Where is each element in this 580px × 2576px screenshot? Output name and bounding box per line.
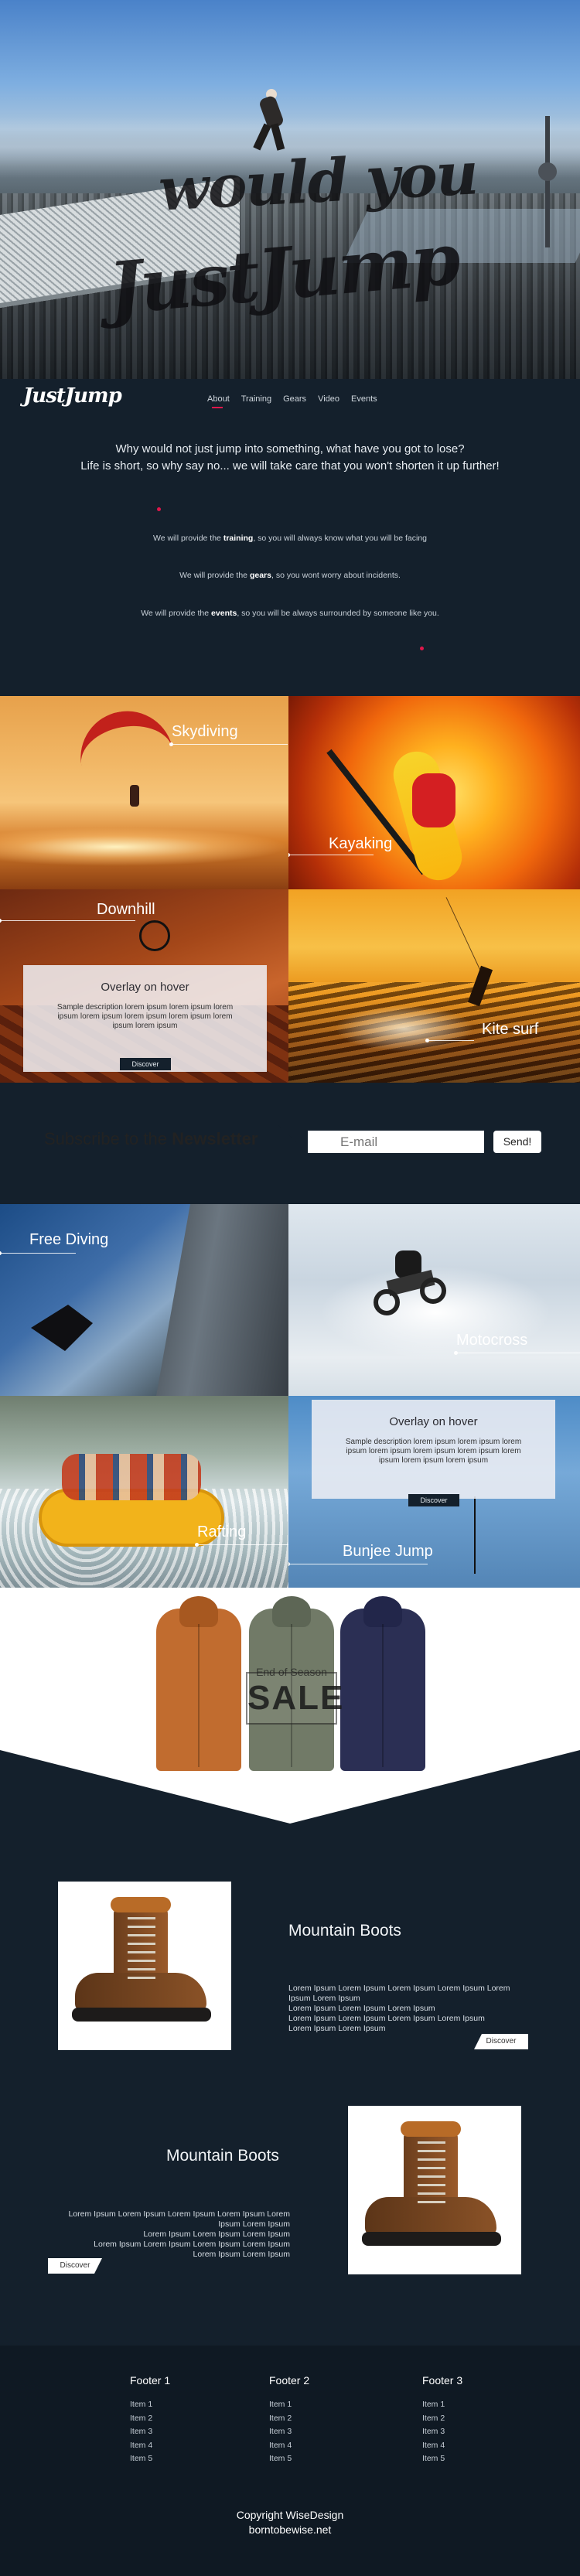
footer-link[interactable]: Item 1: [130, 2398, 170, 2412]
tile-label: Motocross: [456, 1332, 528, 1349]
tile-kitesurf[interactable]: Kite surf: [288, 889, 580, 1083]
overlay-title: Overlay on hover: [389, 1415, 478, 1428]
bike-icon: [139, 920, 170, 951]
intro-text: Why would not just jump into something, …: [0, 441, 580, 475]
boot-image: [357, 2121, 512, 2251]
overlay-description: Sample description lorem ipsum lorem ips…: [345, 1438, 522, 1465]
footer-link[interactable]: Item 5: [269, 2452, 309, 2466]
wingsuit-figure: [31, 1305, 93, 1351]
accent-dot: [420, 647, 424, 650]
nav-item-gears[interactable]: Gears: [283, 394, 306, 404]
tile-rafting[interactable]: Rafting: [0, 1396, 288, 1588]
site-link[interactable]: borntobewise.net: [0, 2523, 580, 2537]
product-description: Lorem Ipsum Lorem Ipsum Lorem Ipsum Lore…: [68, 2209, 290, 2259]
tile-downhill[interactable]: Downhill Overlay on hover Sample descrip…: [0, 889, 288, 1083]
product-title: Mountain Boots: [166, 2147, 279, 2165]
tile-label: Free Diving: [29, 1231, 109, 1248]
footer-link[interactable]: Item 4: [130, 2439, 170, 2453]
product-image[interactable]: [348, 2106, 521, 2274]
footer-column-2: Footer 2 Item 1 Item 2 Item 3 Item 4 Ite…: [269, 2374, 309, 2466]
copyright: Copyright WiseDesign borntobewise.net: [0, 2508, 580, 2537]
tile-label: Skydiving: [172, 723, 238, 740]
footer-link[interactable]: Item 3: [269, 2425, 309, 2439]
footer-heading: Footer 1: [130, 2374, 171, 2387]
footer-link[interactable]: Item 4: [422, 2439, 462, 2453]
intro-line-2: Life is short, so why say no... we will …: [80, 459, 500, 473]
parachute-icon: [73, 704, 175, 773]
sale-badge[interactable]: End of Season SALE: [246, 1666, 345, 1725]
intro-line-1: Why would not just jump into something, …: [115, 442, 465, 455]
tile-label: Bunjee Jump: [343, 1543, 433, 1560]
hover-overlay: Overlay on hover Sample description lore…: [312, 1400, 555, 1499]
footer-link[interactable]: Item 3: [422, 2425, 462, 2439]
discover-button[interactable]: Discover: [48, 2258, 102, 2274]
discover-button[interactable]: Discover: [408, 1494, 459, 1506]
nav-item-events[interactable]: Events: [351, 394, 377, 404]
tile-label: Kite surf: [482, 1021, 539, 1038]
footer-link[interactable]: Item 5: [422, 2452, 462, 2466]
footer-heading: Footer 3: [422, 2374, 463, 2387]
footer-link[interactable]: Item 3: [130, 2425, 170, 2439]
footer-column-1: Footer 1 Item 1 Item 2 Item 3 Item 4 Ite…: [130, 2374, 170, 2466]
hero-banner: would you JustJump: [0, 0, 580, 379]
jacket-orange: [156, 1596, 241, 1771]
tv-tower: [538, 116, 557, 247]
tile-label: Rafting: [197, 1523, 247, 1540]
sale-subtitle: End of Season: [256, 1666, 327, 1678]
tile-bunjee-jump[interactable]: Overlay on hover Sample description lore…: [288, 1396, 580, 1588]
tile-free-diving[interactable]: Free Diving: [0, 1204, 288, 1396]
jacket-navy: [340, 1596, 425, 1771]
footer-column-3: Footer 3 Item 1 Item 2 Item 3 Item 4 Ite…: [422, 2374, 462, 2466]
product-title: Mountain Boots: [288, 1922, 401, 1940]
bungee-cord: [474, 1496, 476, 1574]
copyright-text: Copyright WiseDesign: [236, 2509, 344, 2521]
tile-motocross[interactable]: Motocross: [288, 1204, 580, 1396]
newsletter-heading: Subscribe to the Newsletter: [44, 1129, 258, 1148]
footer-link[interactable]: Item 2: [130, 2412, 170, 2426]
footer-link[interactable]: Item 1: [422, 2398, 462, 2412]
tile-skydiving[interactable]: Skydiving: [0, 696, 288, 889]
discover-button[interactable]: Discover: [120, 1058, 171, 1070]
footer-link[interactable]: Item 2: [269, 2412, 309, 2426]
page: would you JustJump JustJump About Traini…: [0, 0, 580, 2576]
nav-item-training[interactable]: Training: [241, 394, 271, 404]
overlay-description: Sample description lorem ipsum lorem ips…: [56, 1003, 234, 1030]
email-input[interactable]: [308, 1131, 484, 1153]
footer-heading: Footer 2: [269, 2374, 310, 2387]
tile-label: Downhill: [97, 901, 155, 918]
service-training: We will provide the training, so you wil…: [152, 534, 428, 543]
wheel-icon: [420, 1278, 446, 1304]
jumper-figure: [253, 89, 289, 151]
hover-overlay: Overlay on hover Sample description lore…: [23, 965, 267, 1072]
main-nav: About Training Gears Video Events: [207, 394, 377, 408]
nav-item-about[interactable]: About: [207, 394, 230, 408]
footer-link[interactable]: Item 2: [422, 2412, 462, 2426]
wheel-icon: [374, 1289, 400, 1315]
service-gears: We will provide the gears, so you wont w…: [179, 571, 401, 580]
product-description: Lorem Ipsum Lorem Ipsum Lorem Ipsum Lore…: [288, 1984, 510, 2033]
footer-link[interactable]: Item 1: [269, 2398, 309, 2412]
site-logo[interactable]: JustJump: [23, 384, 122, 408]
send-button[interactable]: Send!: [493, 1131, 541, 1153]
sale-title: SALE: [247, 1679, 345, 1717]
accent-dot: [157, 507, 161, 511]
tile-kayaking[interactable]: Kayaking: [288, 696, 580, 889]
overlay-title: Overlay on hover: [101, 981, 189, 994]
footer-link[interactable]: Item 5: [130, 2452, 170, 2466]
footer-link[interactable]: Item 4: [269, 2439, 309, 2453]
boot-image: [67, 1897, 222, 2027]
product-image[interactable]: [58, 1882, 231, 2050]
nav-item-video[interactable]: Video: [318, 394, 339, 404]
service-events: We will provide the events, so you will …: [141, 609, 439, 618]
discover-button[interactable]: Discover: [474, 2034, 528, 2049]
tile-label: Kayaking: [329, 835, 393, 852]
